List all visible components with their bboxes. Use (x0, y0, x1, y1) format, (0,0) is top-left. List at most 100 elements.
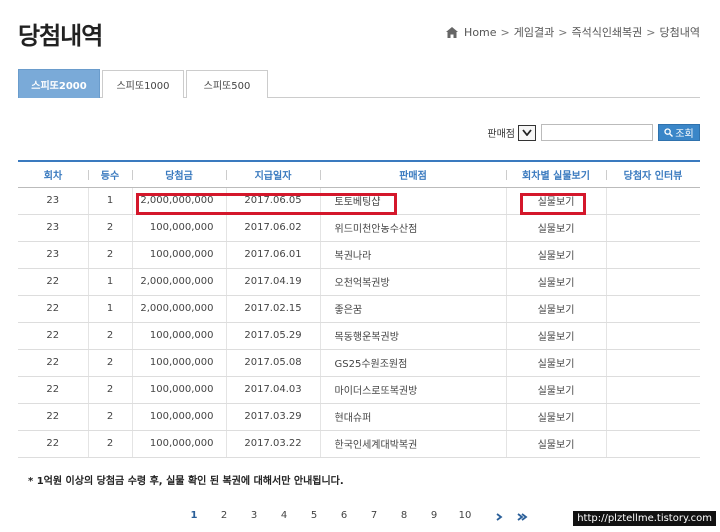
cell-amount: 2,000,000,000 (132, 268, 227, 296)
breadcrumb-separator: > (558, 25, 568, 39)
cell-amount: 100,000,000 (132, 430, 227, 458)
cell-shop: 복권나라 (320, 241, 507, 269)
tab-bar: 스피또2000 스피또1000 스피또500 (18, 69, 700, 98)
tab-speetto2000[interactable]: 스피또2000 (18, 69, 100, 98)
header-rank: 등수 (88, 161, 132, 188)
breadcrumb-home[interactable]: Home (464, 26, 496, 39)
cell-round: 22 (18, 430, 89, 458)
cell-rank: 1 (88, 295, 133, 323)
cell-interview (606, 322, 700, 350)
table-row: 22 2 100,000,000 2017.05.08 GS25수원조원점 실물보기 (18, 349, 700, 377)
cell-round: 22 (18, 349, 89, 377)
cell-rank: 1 (88, 187, 133, 215)
cell-interview (606, 268, 700, 296)
breadcrumb-current: 당첨내역 (659, 26, 700, 39)
cell-amount: 100,000,000 (132, 376, 227, 404)
view-ticket-link[interactable]: 실물보기 (506, 268, 607, 296)
cell-rank: 2 (88, 349, 133, 377)
header-shop: 판매점 (320, 161, 506, 188)
cell-date: 2017.05.29 (226, 322, 321, 350)
table-row: 22 2 100,000,000 2017.03.22 한국인세계대박복권 실물보기 (18, 430, 700, 458)
table-body: 23 1 2,000,000,000 2017.06.05 토토베팅샵 실물보기 23 2 10… (18, 187, 700, 458)
cell-shop: 현대슈퍼 (320, 403, 507, 431)
tab-speetto1000[interactable]: 스피또1000 (102, 70, 184, 98)
cell-interview (606, 187, 700, 215)
cell-amount: 2,000,000,000 (132, 295, 227, 323)
search-type-select[interactable] (518, 124, 536, 141)
winners-table-wrap: 회차 등수 당첨금 지급일자 판매점 회차별 실물보기 당첨자 인터뷰 23 1 2… (18, 160, 700, 458)
cell-interview (606, 376, 700, 404)
page-link[interactable]: 5 (306, 510, 322, 521)
view-ticket-link[interactable]: 실물보기 (506, 241, 607, 269)
search-button[interactable]: 조회 (658, 124, 700, 141)
cell-interview (606, 214, 700, 242)
cell-round: 22 (18, 295, 89, 323)
page-link[interactable]: 9 (426, 510, 442, 521)
home-icon (446, 26, 459, 38)
cell-round: 22 (18, 376, 89, 404)
cell-round: 23 (18, 241, 89, 269)
page-link[interactable]: 7 (366, 510, 382, 521)
cell-amount: 100,000,000 (132, 349, 227, 377)
table-row: 23 2 100,000,000 2017.06.02 위드미천안농수산점 실물보기 (18, 214, 700, 242)
table-header-row: 회차 등수 당첨금 지급일자 판매점 회차별 실물보기 당첨자 인터뷰 (18, 161, 700, 188)
header-interview: 당첨자 인터뷰 (606, 161, 700, 188)
cell-date: 2017.05.08 (226, 349, 321, 377)
view-ticket-link[interactable]: 실물보기 (506, 403, 607, 431)
cell-interview (606, 241, 700, 269)
cell-date: 2017.04.19 (226, 268, 321, 296)
view-ticket-link[interactable]: 실물보기 (506, 322, 607, 350)
view-ticket-link[interactable]: 실물보기 (506, 376, 607, 404)
cell-date: 2017.02.15 (226, 295, 321, 323)
header-round: 회차 (18, 161, 88, 188)
breadcrumb: Home > 게임결과 > 즉석식인쇄복권 > 당첨내역 (446, 24, 700, 40)
breadcrumb-separator: > (646, 25, 656, 39)
table-row: 22 2 100,000,000 2017.04.03 마이더스로또복권방 실물보기 (18, 376, 700, 404)
cell-round: 23 (18, 214, 89, 242)
double-chevron-right-icon[interactable] (516, 512, 528, 522)
page-link[interactable]: 8 (396, 510, 412, 521)
page-link[interactable]: 6 (336, 510, 352, 521)
cell-interview (606, 430, 700, 458)
cell-date: 2017.06.01 (226, 241, 321, 269)
highlight-amount-date-shop (136, 193, 397, 215)
search-label: 판매점 (487, 129, 515, 140)
view-ticket-link[interactable]: 실물보기 (506, 430, 607, 458)
chevron-down-icon (522, 129, 532, 136)
breadcrumb-game-results[interactable]: 게임결과 (514, 24, 554, 40)
cell-round: 22 (18, 322, 89, 350)
table-row: 22 2 100,000,000 2017.05.29 목동행운복권방 실물보기 (18, 322, 700, 350)
view-ticket-link[interactable]: 실물보기 (506, 295, 607, 323)
cell-shop: 목동행운복권방 (320, 322, 507, 350)
page-link[interactable]: 10 (457, 510, 473, 521)
view-ticket-link[interactable]: 실물보기 (506, 214, 607, 242)
page-link[interactable]: 1 (186, 510, 202, 521)
page-link[interactable]: 2 (216, 510, 232, 521)
tab-speetto500[interactable]: 스피또500 (186, 70, 268, 98)
page-title: 당첨내역 (18, 22, 103, 50)
cell-shop: 오천억복권방 (320, 268, 507, 296)
search-icon (664, 128, 674, 137)
table-row: 22 1 2,000,000,000 2017.02.15 좋은꿈 실물보기 (18, 295, 700, 323)
cell-amount: 100,000,000 (132, 214, 227, 242)
cell-interview (606, 295, 700, 323)
page-link[interactable]: 4 (276, 510, 292, 521)
cell-amount: 100,000,000 (132, 403, 227, 431)
cell-amount: 100,000,000 (132, 241, 227, 269)
breadcrumb-instant-lottery[interactable]: 즉석식인쇄복권 (571, 24, 642, 40)
cell-rank: 2 (88, 241, 133, 269)
page-link[interactable]: 3 (246, 510, 262, 521)
cell-rank: 2 (88, 214, 133, 242)
search-button-label: 조회 (675, 129, 694, 140)
cell-round: 22 (18, 403, 89, 431)
search-input[interactable] (541, 124, 653, 141)
cell-shop: 위드미천안농수산점 (320, 214, 507, 242)
cell-rank: 2 (88, 376, 133, 404)
view-ticket-link[interactable]: 실물보기 (506, 349, 607, 377)
cell-round: 23 (18, 187, 89, 215)
cell-date: 2017.03.29 (226, 403, 321, 431)
chevron-right-icon[interactable] (493, 512, 505, 522)
search-bar: 판매점 조회 (487, 124, 700, 141)
table-row: 22 2 100,000,000 2017.03.29 현대슈퍼 실물보기 (18, 403, 700, 431)
header-view: 회차별 실물보기 (506, 161, 606, 188)
